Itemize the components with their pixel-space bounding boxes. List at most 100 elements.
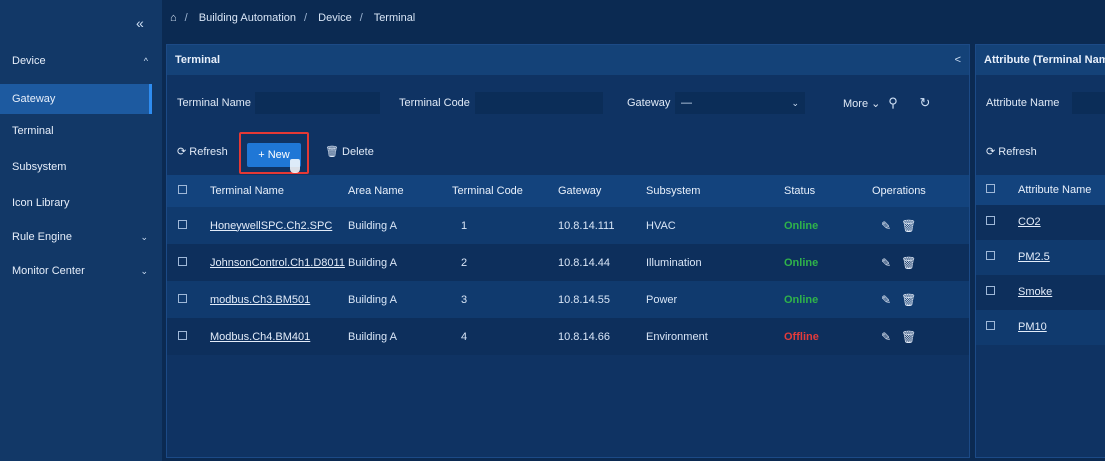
edit-icon[interactable]: ✎ [881, 293, 891, 307]
gateway-cell: 10.8.14.111 [557, 207, 645, 244]
select-all-checkbox[interactable] [178, 185, 187, 194]
filter-bar: Terminal Name Terminal Code Gateway — ⌄ … [167, 89, 969, 119]
sidebar-item-label: Monitor Center [12, 265, 85, 277]
breadcrumb-separator: / [359, 12, 363, 24]
reset-icon[interactable]: ↻ [915, 92, 935, 114]
col-terminal-name: Terminal Name [209, 175, 347, 207]
row-checkbox[interactable] [986, 321, 995, 330]
terminal-name-link[interactable]: JohnsonControl.Ch1.D8011 [210, 257, 345, 269]
table-header-row: Terminal Name Area Name Terminal Code Ga… [167, 175, 969, 207]
gateway-select[interactable]: — ⌄ [675, 92, 805, 114]
gateway-cell: 10.8.14.66 [557, 318, 645, 355]
row-checkbox[interactable] [178, 219, 187, 229]
trash-icon[interactable]: 🗑 [901, 293, 916, 307]
delete-button[interactable]: 🗑 Delete [325, 145, 374, 158]
area-cell: Building A [347, 318, 451, 355]
breadcrumb-building-automation[interactable]: Building Automation [199, 12, 296, 24]
sidebar-item-label: Icon Library [12, 197, 70, 209]
refresh-label: Refresh [998, 146, 1037, 158]
trash-icon[interactable]: 🗑 [901, 256, 916, 270]
table-row[interactable]: JohnsonControl.Ch1.D8011 Building A 2 10.8.… [167, 244, 969, 281]
sidebar-item-label: Terminal [12, 125, 54, 137]
terminal-code-label: Terminal Code [399, 97, 470, 109]
col-subsystem: Subsystem [645, 175, 783, 207]
breadcrumb: ⌂ / Building Automation / Device / Terminal [170, 12, 423, 24]
sidebar-item-terminal[interactable]: Terminal [0, 116, 152, 146]
sidebar-item-rule-engine[interactable]: Rule Engine ⌄ [0, 222, 152, 252]
code-cell: 2 [451, 244, 557, 281]
table-row[interactable]: modbus.Ch3.BM501 Building A 3 10.8.14.55 Pow… [167, 281, 969, 318]
chevron-up-icon: ^ [143, 56, 148, 66]
collapse-panel-icon[interactable]: < [955, 45, 961, 75]
edit-icon[interactable]: ✎ [881, 330, 891, 344]
breadcrumb-terminal: Terminal [373, 12, 416, 24]
code-cell: 4 [451, 318, 557, 355]
status-badge: Online [784, 256, 819, 269]
row-checkbox[interactable] [178, 256, 187, 266]
terminal-name-link[interactable]: modbus.Ch3.BM501 [210, 294, 310, 306]
subsystem-cell: Environment [645, 318, 783, 355]
trash-icon[interactable]: 🗑 [901, 330, 916, 344]
refresh-label: Refresh [189, 146, 228, 158]
panel-title: Attribute (Terminal Nam [984, 54, 1105, 66]
attribute-name-label: Attribute Name [986, 97, 1060, 109]
list-item[interactable]: CO2 [976, 205, 1105, 240]
terminal-name-input[interactable] [255, 92, 380, 114]
attribute-panel-header: Attribute (Terminal Nam [976, 45, 1105, 75]
terminal-table: Terminal Name Area Name Terminal Code Ga… [167, 175, 969, 355]
subsystem-cell: Power [645, 281, 783, 318]
attribute-name-link[interactable]: PM10 [1018, 310, 1047, 345]
sidebar-item-device[interactable]: Device ^ [0, 46, 152, 76]
sidebar: « Device ^ Gateway Terminal Subsystem Ic… [0, 0, 162, 461]
breadcrumb-device[interactable]: Device [318, 12, 352, 24]
row-checkbox[interactable] [178, 293, 187, 303]
code-cell: 1 [451, 207, 557, 244]
attribute-refresh-button[interactable]: ⟳ Refresh [986, 145, 1037, 158]
refresh-button[interactable]: ⟳ Refresh [177, 145, 228, 158]
row-checkbox[interactable] [178, 330, 187, 340]
breadcrumb-separator: / [304, 12, 308, 24]
mouse-cursor-icon [290, 159, 300, 173]
home-icon[interactable]: ⌂ [170, 12, 177, 24]
attribute-name-link[interactable]: CO2 [1018, 205, 1041, 240]
sidebar-item-monitor-center[interactable]: Monitor Center ⌄ [0, 256, 152, 286]
attribute-name-input[interactable] [1072, 92, 1105, 114]
edit-icon[interactable]: ✎ [881, 219, 891, 233]
search-icon[interactable]: ⚲ [883, 92, 903, 114]
table-row[interactable]: Modbus.Ch4.BM401 Building A 4 10.8.14.66 Env… [167, 318, 969, 355]
edit-icon[interactable]: ✎ [881, 256, 891, 270]
attribute-panel: Attribute (Terminal Nam Attribute Name ⟳… [975, 44, 1105, 458]
row-checkbox[interactable] [986, 216, 995, 225]
list-item[interactable]: PM10 [976, 310, 1105, 345]
attribute-name-link[interactable]: PM2.5 [1018, 240, 1050, 275]
area-cell: Building A [347, 281, 451, 318]
more-button[interactable]: More ⌄ [843, 97, 880, 110]
row-checkbox[interactable] [986, 251, 995, 260]
chevron-down-icon: ⌄ [140, 266, 148, 276]
terminal-name-link[interactable]: Modbus.Ch4.BM401 [210, 331, 310, 343]
new-label: New [267, 149, 290, 161]
table-row[interactable]: HoneywellSPC.Ch2.SPC Building A 1 10.8.14.1… [167, 207, 969, 244]
terminal-name-link[interactable]: HoneywellSPC.Ch2.SPC [210, 220, 332, 232]
gateway-label: Gateway [627, 97, 671, 109]
sidebar-item-label: Device [12, 55, 46, 67]
trash-icon[interactable]: 🗑 [901, 219, 916, 233]
terminal-code-input[interactable] [475, 92, 603, 114]
row-checkbox[interactable] [986, 286, 995, 295]
area-cell: Building A [347, 244, 451, 281]
subsystem-cell: HVAC [645, 207, 783, 244]
area-cell: Building A [347, 207, 451, 244]
sidebar-item-gateway[interactable]: Gateway [0, 84, 152, 114]
status-badge: Online [784, 219, 819, 232]
select-all-checkbox[interactable] [986, 184, 995, 193]
terminal-panel-header: Terminal < [167, 45, 969, 75]
sidebar-item-subsystem[interactable]: Subsystem [0, 152, 152, 182]
gateway-select-value: — [681, 97, 692, 109]
sidebar-item-icon-library[interactable]: Icon Library [0, 188, 152, 218]
attribute-name-link[interactable]: Smoke [1018, 275, 1052, 310]
panel-title: Terminal [175, 54, 221, 66]
list-item[interactable]: Smoke [976, 275, 1105, 310]
list-item[interactable]: PM2.5 [976, 240, 1105, 275]
collapse-sidebar-icon[interactable]: « [136, 15, 144, 31]
chevron-down-icon: ⌄ [791, 98, 799, 108]
